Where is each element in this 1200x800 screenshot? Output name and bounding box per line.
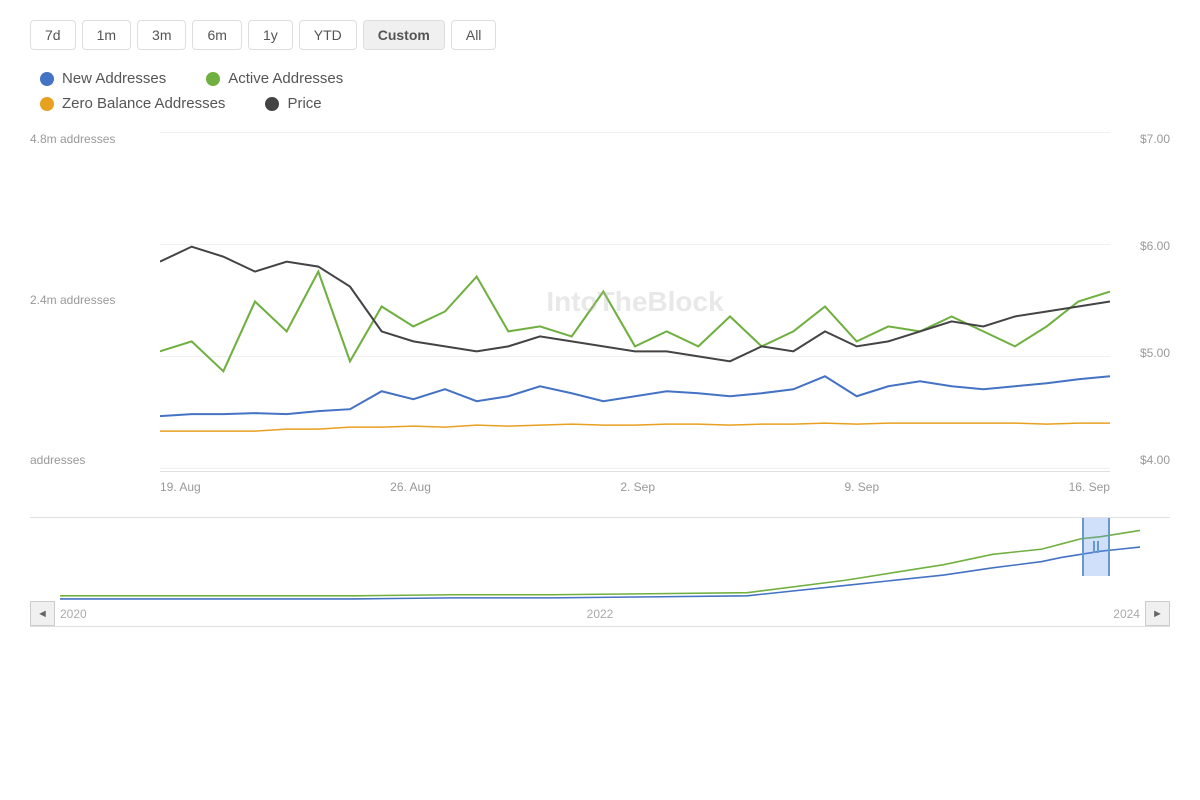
- time-btn-ytd[interactable]: YTD: [299, 20, 357, 50]
- mini-x-axis: 2020 2022 2024: [60, 601, 1140, 626]
- time-btn-3m[interactable]: 3m: [137, 20, 186, 50]
- selection-handle[interactable]: [1082, 518, 1110, 576]
- y-right-label: $6.00: [1140, 239, 1170, 253]
- legend-label: Price: [287, 95, 321, 112]
- legend-dot: [40, 72, 54, 86]
- x-axis-label: 26. Aug: [390, 480, 431, 494]
- scroll-left-button[interactable]: ◄: [30, 601, 55, 626]
- x-axis-label: 19. Aug: [160, 480, 201, 494]
- y-right-label: $7.00: [1140, 132, 1170, 146]
- mini-x-label: 2020: [60, 607, 87, 621]
- legend-dot: [206, 72, 220, 86]
- time-btn-all[interactable]: All: [451, 20, 497, 50]
- y-left-label: 4.8m addresses: [30, 132, 160, 146]
- x-axis-label: 9. Sep: [844, 480, 879, 494]
- time-btn-7d[interactable]: 7d: [30, 20, 76, 50]
- y-right-label: $4.00: [1140, 453, 1170, 467]
- handle-bar-2: [1097, 541, 1099, 553]
- main-container: 7d1m3m6m1yYTDCustomAll New Addresses Acti…: [0, 0, 1200, 800]
- time-btn-custom[interactable]: Custom: [363, 20, 445, 50]
- main-chart: 4.8m addresses 2.4m addresses addresses $7…: [30, 132, 1170, 512]
- mini-chart-inner: [60, 518, 1140, 601]
- legend-item-active-addresses[interactable]: Active Addresses: [206, 70, 343, 87]
- time-range-bar: 7d1m3m6m1yYTDCustomAll: [30, 20, 1170, 50]
- y-left-label: 2.4m addresses: [30, 293, 160, 307]
- legend-dot: [40, 97, 54, 111]
- y-left-label: addresses: [30, 453, 160, 467]
- chart-area: IntoTheBlock: [160, 132, 1110, 472]
- time-btn-1m[interactable]: 1m: [82, 20, 131, 50]
- mini-x-label: 2022: [587, 607, 614, 621]
- time-btn-6m[interactable]: 6m: [192, 20, 241, 50]
- y-axis-right: $7.00 $6.00 $5.00 $4.00: [1110, 132, 1170, 472]
- legend-label: New Addresses: [62, 70, 166, 87]
- handle-bar-1: [1093, 541, 1095, 553]
- legend-item-new-addresses[interactable]: New Addresses: [40, 70, 166, 87]
- legend-dot: [265, 97, 279, 111]
- scroll-right-button[interactable]: ►: [1145, 601, 1170, 626]
- x-axis: 19. Aug 26. Aug 2. Sep 9. Sep 16. Sep: [160, 472, 1110, 512]
- legend-label: Zero Balance Addresses: [62, 95, 225, 112]
- chart-wrapper: 4.8m addresses 2.4m addresses addresses $7…: [30, 132, 1170, 627]
- mini-x-label: 2024: [1113, 607, 1140, 621]
- x-axis-label: 16. Sep: [1069, 480, 1110, 494]
- x-axis-label: 2. Sep: [620, 480, 655, 494]
- legend-label: Active Addresses: [228, 70, 343, 87]
- y-right-label: $5.00: [1140, 346, 1170, 360]
- chart-legend: New Addresses Active AddressesZero Balanc…: [30, 70, 1170, 112]
- y-axis-left: 4.8m addresses 2.4m addresses addresses: [30, 132, 160, 472]
- mini-chart: 2020 2022 2024 ◄ ►: [30, 517, 1170, 627]
- time-btn-1y[interactable]: 1y: [248, 20, 293, 50]
- handle-bars: [1093, 541, 1099, 553]
- legend-item-zero-balance-addresses[interactable]: Zero Balance Addresses: [40, 95, 225, 112]
- legend-item-price[interactable]: Price: [265, 95, 321, 112]
